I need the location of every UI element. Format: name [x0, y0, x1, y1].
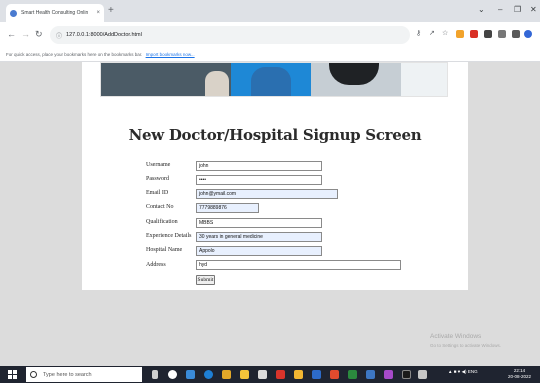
edge-icon[interactable] [204, 370, 213, 379]
import-bookmarks-link[interactable]: Import bookmarks now... [146, 52, 195, 57]
extension-icon[interactable] [456, 30, 464, 38]
search-placeholder: Type here to search [43, 371, 92, 378]
app-icon[interactable] [402, 370, 411, 379]
maximize-icon[interactable]: ❐ [514, 5, 521, 14]
tab-search-icon[interactable]: ⌄ [478, 5, 485, 14]
profile-avatar[interactable] [524, 30, 532, 38]
app-icon[interactable] [312, 370, 321, 379]
hospital-name-label: Hospital Name [146, 247, 183, 253]
bookmarks-bar: For quick access, place your bookmarks h… [0, 48, 540, 62]
store-icon[interactable] [186, 370, 195, 379]
site-favicon-icon [10, 9, 17, 17]
new-tab-icon[interactable]: + [108, 5, 114, 17]
bookmarks-prompt: For quick access, place your bookmarks h… [6, 52, 143, 57]
app-icon[interactable] [418, 370, 427, 379]
address-bar[interactable]: ⓘ 127.0.0.1:8000/AddDoctor.html [50, 26, 410, 44]
watermark-title: Activate Windows [430, 333, 482, 340]
reload-icon[interactable]: ↻ [35, 28, 43, 40]
email-label: Email ID [146, 190, 169, 196]
back-icon[interactable]: ← [7, 28, 16, 40]
submit-button[interactable]: Submit [196, 275, 215, 285]
browser-tab-strip: Smart Health Consulting Onlin × + ⌄ – ❐ … [0, 0, 540, 22]
task-view-icon[interactable] [168, 370, 177, 379]
minimize-icon[interactable]: – [498, 5, 502, 14]
file-explorer-icon[interactable] [222, 370, 231, 379]
microphone-icon[interactable] [152, 370, 158, 379]
app-icon[interactable] [258, 370, 267, 379]
share-icon[interactable]: ↗ [429, 28, 435, 40]
activate-windows-watermark: Activate Windows Go to Settings to activ… [430, 332, 501, 350]
app-icon[interactable] [276, 370, 285, 379]
cortana-icon [30, 371, 37, 378]
tray-icons: ▲ ■ ♥ ◀) [448, 369, 467, 374]
taskbar-clock[interactable]: 22:14 20-08-2022 [508, 368, 531, 380]
clock-date: 20-08-2022 [508, 374, 532, 379]
bookmark-star-icon[interactable]: ☆ [442, 28, 448, 40]
extension-icon[interactable] [470, 30, 478, 38]
address-field[interactable]: hyd [196, 260, 401, 270]
email-field[interactable]: john@ymail.com [196, 189, 338, 199]
language-indicator[interactable]: ENG [468, 369, 478, 374]
tab-title: Smart Health Consulting Onlin [21, 10, 89, 16]
forward-icon[interactable]: → [21, 28, 30, 40]
taskbar-search-box[interactable]: Type here to search [26, 367, 142, 382]
experience-field[interactable]: 30 years in general medicine [196, 232, 322, 242]
qualification-field[interactable]: MBBS [196, 218, 322, 228]
tab-close-icon[interactable]: × [96, 10, 100, 16]
sidebar-icon[interactable] [512, 30, 520, 38]
address-label: Address [146, 262, 166, 268]
site-info-icon[interactable]: ⓘ [56, 31, 62, 40]
app-icon[interactable] [384, 370, 393, 379]
hospital-name-field[interactable]: Appolo [196, 246, 322, 256]
url-text: 127.0.0.1:8000/AddDoctor.html [66, 32, 142, 38]
windows-start-icon[interactable] [8, 370, 17, 379]
extensions-puzzle-icon[interactable] [498, 30, 506, 38]
qualification-label: Qualification [146, 219, 178, 225]
password-field[interactable]: •••• [196, 175, 322, 185]
contact-field[interactable]: 7779889876 [196, 203, 259, 213]
app-icon[interactable] [330, 370, 339, 379]
close-window-icon[interactable]: ✕ [530, 5, 537, 14]
browser-tab[interactable]: Smart Health Consulting Onlin × [6, 4, 104, 22]
extension-icon[interactable] [484, 30, 492, 38]
browser-toolbar: ← → ↻ ⓘ 127.0.0.1:8000/AddDoctor.html ⚷ … [0, 22, 540, 48]
username-label: Username [146, 162, 171, 168]
chrome-icon[interactable] [294, 370, 303, 379]
app-icon[interactable] [348, 370, 357, 379]
system-tray[interactable]: ▲ ■ ♥ ◀) ENG [448, 369, 478, 375]
key-icon[interactable]: ⚷ [416, 28, 421, 40]
watermark-subtitle: Go to Settings to activate Windows. [430, 343, 502, 348]
password-label: Password [146, 176, 170, 182]
header-banner-image [100, 62, 448, 97]
username-field[interactable]: john [196, 161, 322, 171]
windows-taskbar: Type here to search ▲ ■ ♥ ◀) ENG 22:14 2… [0, 366, 540, 383]
app-icon[interactable] [240, 370, 249, 379]
page-title: New Doctor/Hospital Signup Screen [128, 126, 422, 144]
app-icon[interactable] [366, 370, 375, 379]
experience-label: Experience Details [146, 233, 192, 239]
contact-label: Contact No [146, 204, 174, 210]
